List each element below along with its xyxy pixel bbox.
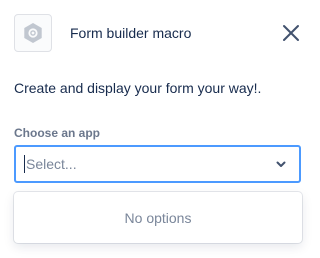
select-menu: No options — [14, 192, 302, 243]
app-icon — [14, 14, 52, 52]
close-icon — [283, 25, 299, 41]
macro-config-panel: Form builder macro Create and display yo… — [0, 0, 315, 258]
close-button[interactable] — [279, 21, 303, 45]
app-select[interactable] — [14, 145, 301, 183]
app-select-input[interactable] — [24, 155, 271, 173]
panel-title: Form builder macro — [70, 25, 192, 41]
chevron-down-icon — [276, 161, 286, 167]
panel-header: Form builder macro — [14, 13, 299, 53]
dropdown-toggle[interactable] — [271, 154, 291, 174]
macro-description: Create and display your form your way!. — [14, 80, 262, 96]
gear-hexagon-icon — [24, 23, 42, 43]
no-options-message: No options — [124, 209, 192, 226]
choose-app-label: Choose an app — [14, 126, 101, 140]
